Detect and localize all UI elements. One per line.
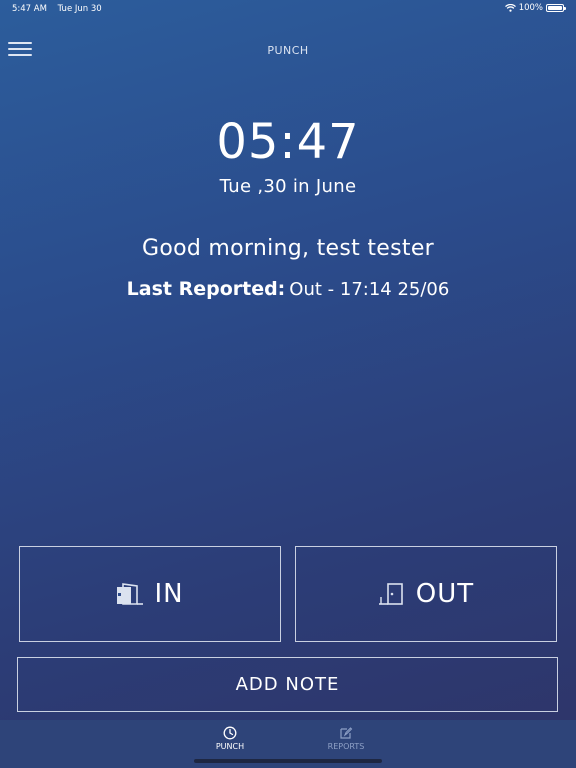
last-reported-value: Out - 17:14 25/06 (289, 279, 450, 300)
tab-punch-label: PUNCH (215, 742, 245, 751)
last-reported-label: Last Reported: (126, 278, 286, 300)
status-bar: 5:47 AM Tue Jun 30 100% (0, 0, 576, 16)
add-note-button[interactable]: ADD NOTE (17, 657, 558, 712)
door-in-icon (116, 583, 144, 605)
punch-in-label: IN (154, 579, 184, 609)
clock-time: 05:47 (216, 114, 360, 170)
add-note-label: ADD NOTE (235, 674, 340, 695)
tab-reports-label: REPORTS (327, 742, 365, 751)
home-indicator (194, 759, 382, 763)
last-reported: Last Reported: Out - 17:14 25/06 (0, 278, 576, 300)
nav-title: PUNCH (267, 44, 309, 57)
punch-out-label: OUT (415, 579, 475, 609)
edit-report-icon (340, 727, 353, 739)
punch-in-button[interactable]: IN (19, 546, 281, 642)
tab-bar: PUNCH REPORTS (0, 720, 576, 768)
battery-percent: 100% (518, 3, 543, 13)
status-time: 5:47 AM (12, 4, 47, 14)
greeting-text: Good morning, test tester (142, 236, 434, 261)
clock-icon (223, 726, 237, 740)
status-right: 100% (504, 3, 566, 13)
battery-icon (546, 4, 566, 12)
tab-reports[interactable]: REPORTS (306, 726, 386, 751)
battery-fill (548, 6, 562, 10)
status-date: Tue Jun 30 (57, 4, 102, 14)
clock-date: Tue ,30 in June (219, 176, 357, 197)
wifi-icon (504, 4, 516, 12)
punch-out-button[interactable]: OUT (295, 546, 557, 642)
door-out-icon (378, 583, 406, 605)
tab-punch[interactable]: PUNCH (190, 726, 270, 751)
status-left: 5:47 AM Tue Jun 30 (12, 4, 110, 14)
